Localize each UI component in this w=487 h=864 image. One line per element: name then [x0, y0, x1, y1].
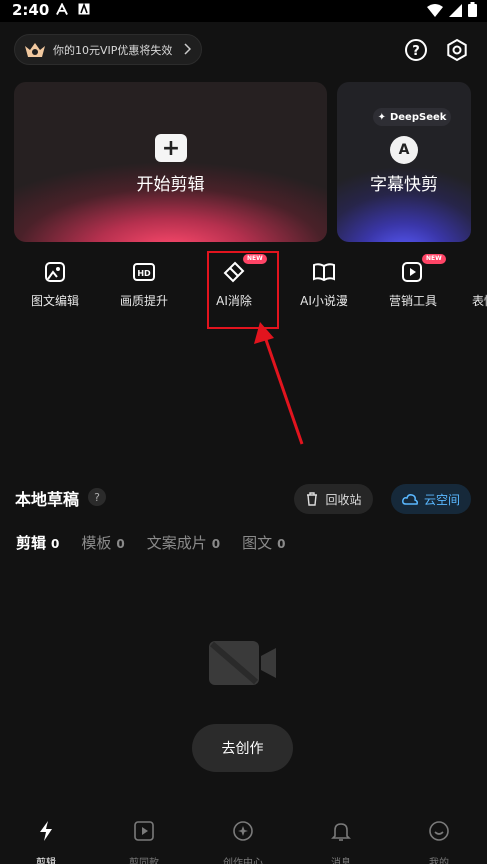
- highlight-annotation-box: [207, 251, 279, 329]
- tool-emoji[interactable]: 表情: [458, 256, 487, 326]
- cloud-icon: [402, 494, 418, 505]
- drafts-help-icon[interactable]: ?: [88, 488, 106, 506]
- subtitle-quick-cut-label: 字幕快剪: [370, 175, 438, 195]
- cloud-space-button[interactable]: 云空间: [391, 484, 471, 514]
- book-sparkle-icon: [313, 263, 335, 282]
- tool-ai-novel-comic[interactable]: AI小说漫: [281, 256, 367, 326]
- nav-clip[interactable]: 剪辑: [6, 818, 86, 864]
- bottom-nav: 剪辑 剪同款 创作中心 消息 我的: [0, 808, 487, 864]
- svg-text:HD: HD: [137, 269, 151, 278]
- battery-icon: [468, 2, 477, 21]
- subtitle-quick-cut-card[interactable]: ✦ DeepSeek A 字幕快剪: [337, 82, 471, 242]
- go-create-button[interactable]: 去创作: [192, 724, 293, 772]
- tool-quality-enhance[interactable]: HD 画质提升: [101, 256, 187, 326]
- tool-image-edit[interactable]: 图文编辑: [12, 256, 98, 326]
- status-bar: 2:40: [0, 0, 487, 22]
- vip-crown-icon: [23, 40, 47, 60]
- deepseek-tag: ✦ DeepSeek: [373, 108, 451, 126]
- signal-icon: [449, 2, 462, 21]
- vip-promo-text: 你的10元VIP优惠将失效: [53, 43, 173, 57]
- clip-icon: [40, 821, 52, 841]
- creator-icon: [233, 821, 253, 841]
- tab-edit[interactable]: 剪辑 0: [16, 532, 59, 553]
- hd-icon: HD: [133, 263, 155, 281]
- nav-template[interactable]: 剪同款: [104, 818, 184, 864]
- draft-tabs: 剪辑 0 模板 0 文案成片 0 图文 0: [16, 532, 286, 553]
- image-edit-icon: [45, 262, 65, 282]
- start-editing-card[interactable]: + 开始剪辑: [14, 82, 327, 242]
- recycle-bin-button[interactable]: 回收站: [294, 484, 373, 514]
- tab-image-text[interactable]: 图文 0: [242, 532, 285, 553]
- profile-icon: [429, 821, 449, 841]
- play-sparkle-icon: [402, 262, 422, 282]
- tool-marketing[interactable]: NEW 营销工具: [370, 254, 456, 326]
- settings-icon[interactable]: [444, 37, 470, 63]
- annotation-arrow: [254, 322, 304, 445]
- trash-icon: [307, 492, 318, 506]
- a-square-icon: [78, 3, 90, 15]
- nav-creator-center[interactable]: 创作中心: [203, 818, 283, 864]
- local-drafts-title: 本地草稿: [15, 490, 80, 509]
- status-time: 2:40: [12, 1, 50, 19]
- new-badge: NEW: [422, 254, 446, 264]
- empty-camera-icon: [209, 641, 276, 685]
- chevron-right-icon: [183, 40, 192, 59]
- svg-text:?: ?: [412, 44, 420, 59]
- tab-template[interactable]: 模板 0: [81, 532, 124, 553]
- nav-messages[interactable]: 消息: [301, 818, 381, 864]
- tab-copy-video[interactable]: 文案成片 0: [147, 532, 220, 553]
- sparkle-icon: ✦: [377, 111, 386, 123]
- start-editing-label: 开始剪辑: [136, 175, 205, 195]
- help-icon[interactable]: ?: [403, 37, 429, 63]
- a-app-icon: [56, 2, 68, 15]
- subtitle-a-icon: A: [390, 136, 418, 164]
- nav-profile[interactable]: 我的: [399, 818, 479, 864]
- wifi-icon: [427, 2, 443, 21]
- template-icon: [134, 821, 154, 841]
- bell-icon: [331, 823, 351, 841]
- plus-icon: +: [155, 134, 187, 162]
- vip-promo-banner[interactable]: 你的10元VIP优惠将失效: [14, 34, 202, 65]
